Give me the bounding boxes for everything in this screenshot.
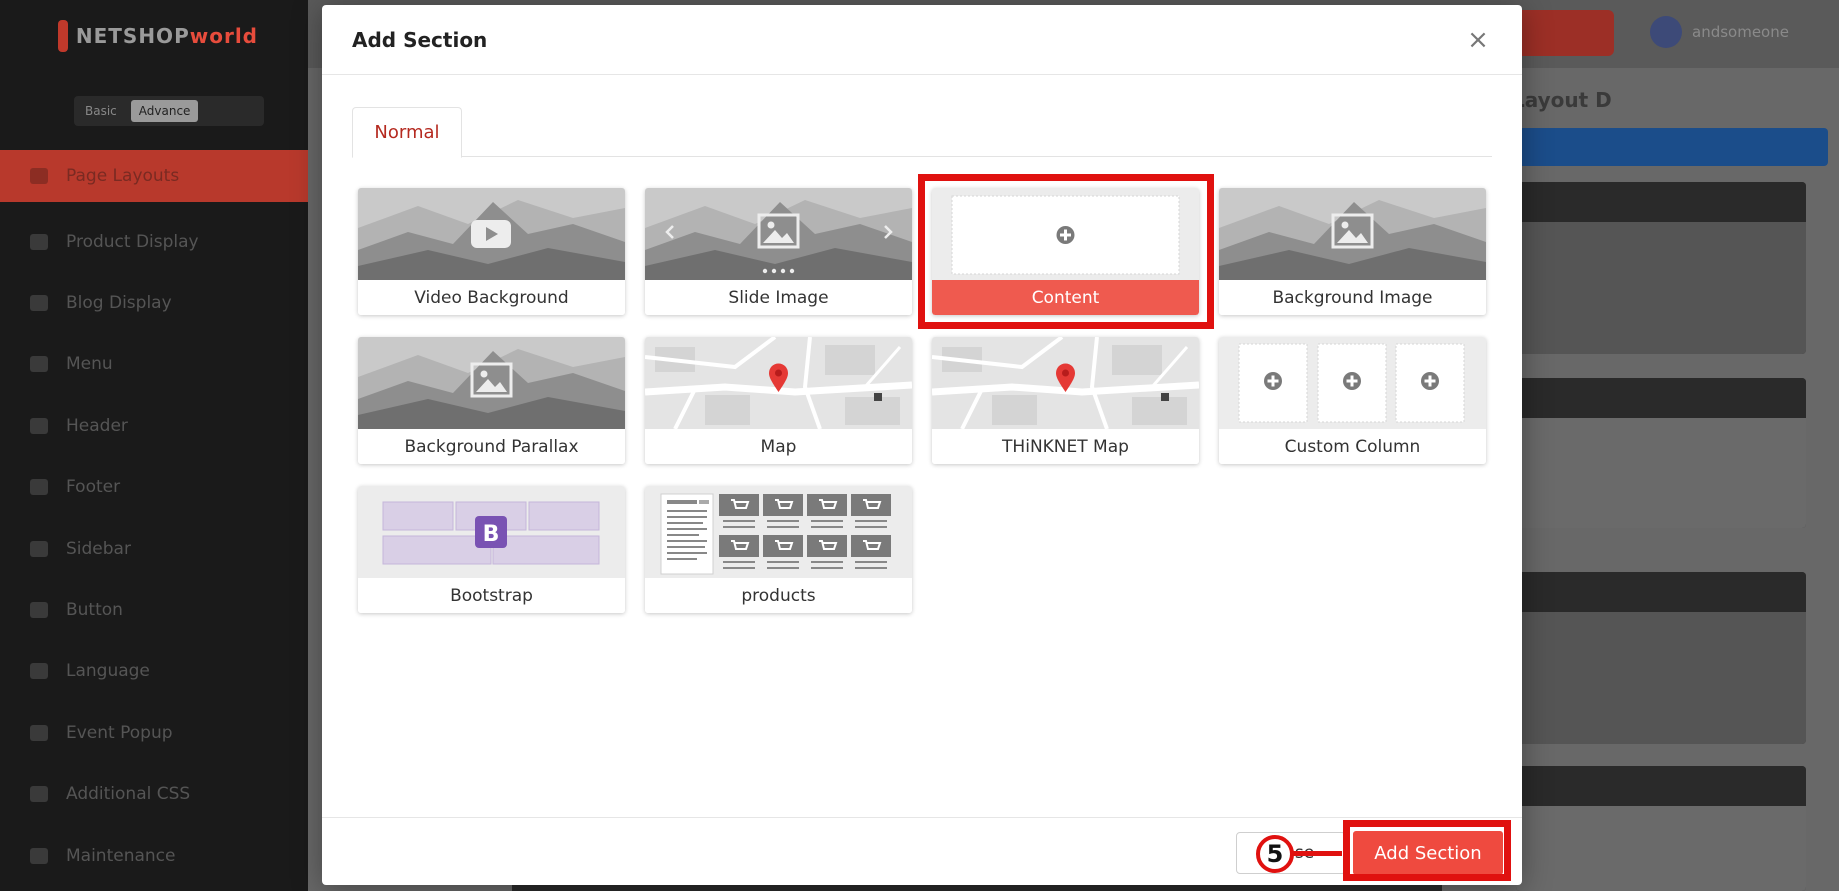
section-option-label: Map <box>645 429 912 464</box>
section-option-label: THiNKNET Map <box>932 429 1199 464</box>
custom-column-thumbnail <box>1219 337 1486 429</box>
background-card <box>1516 182 1806 354</box>
section-option-label: Background Image <box>1219 280 1486 315</box>
slide-image-thumbnail <box>645 188 912 280</box>
add-section-modal: Add Section × Normal Video Background Sl… <box>322 5 1522 885</box>
content-thumbnail <box>932 188 1199 280</box>
tab-normal[interactable]: Normal <box>352 107 462 158</box>
svg-text:B: B <box>483 522 500 547</box>
section-option-map[interactable]: Map <box>645 337 912 464</box>
section-option-custom-column[interactable]: Custom Column <box>1219 337 1486 464</box>
section-option-label: products <box>645 578 912 613</box>
section-option-slide-image[interactable]: Slide Image <box>645 188 912 315</box>
section-option-label: Slide Image <box>645 280 912 315</box>
avatar <box>1650 16 1682 48</box>
products-thumbnail <box>645 486 912 578</box>
section-tabs: Normal <box>352 107 1492 158</box>
step-marker: 5 <box>1256 835 1294 873</box>
section-option-content[interactable]: Content <box>932 188 1199 315</box>
background-card <box>1516 378 1806 528</box>
background-panel-title: Layout D <box>1512 88 1612 112</box>
step-marker-line <box>1292 851 1342 856</box>
close-icon[interactable]: × <box>1464 26 1492 54</box>
background-nav: Page Layouts Product Display Blog Displa… <box>0 150 308 886</box>
video-background-thumbnail <box>358 188 625 280</box>
section-option-label: Bootstrap <box>358 578 625 613</box>
background-card <box>1516 572 1806 744</box>
modal-footer: Close Add Section <box>322 817 1522 885</box>
background-user: andsomeone <box>1650 16 1789 48</box>
section-option-video-background[interactable]: Video Background <box>358 188 625 315</box>
modal-header: Add Section × <box>322 5 1522 75</box>
section-option-thinknet-map[interactable]: THiNKNET Map <box>932 337 1199 464</box>
map-thumbnail <box>645 337 912 429</box>
background-sidebar: NETSHOPworld Basic Advance Page Layouts P… <box>0 0 308 891</box>
background-add-button <box>1512 128 1828 166</box>
modal-title: Add Section <box>352 27 488 52</box>
section-option-label: Content <box>932 280 1199 315</box>
section-option-label: Video Background <box>358 280 625 315</box>
section-option-products[interactable]: products <box>645 486 912 613</box>
bootstrap-thumbnail: B <box>358 486 625 578</box>
background-switch: Basic Advance <box>74 96 264 126</box>
background-image-thumbnail <box>1219 188 1486 280</box>
add-section-button[interactable]: Add Section <box>1353 831 1503 875</box>
section-option-background-parallax[interactable]: Background Parallax <box>358 337 625 464</box>
thinknet-map-thumbnail <box>932 337 1199 429</box>
section-option-bootstrap[interactable]: B Bootstrap <box>358 486 625 613</box>
background-parallax-thumbnail <box>358 337 625 429</box>
background-logo: NETSHOPworld <box>58 18 258 54</box>
section-option-background-image[interactable]: Background Image <box>1219 188 1486 315</box>
background-card <box>1516 766 1806 891</box>
section-option-label: Background Parallax <box>358 429 625 464</box>
section-option-label: Custom Column <box>1219 429 1486 464</box>
